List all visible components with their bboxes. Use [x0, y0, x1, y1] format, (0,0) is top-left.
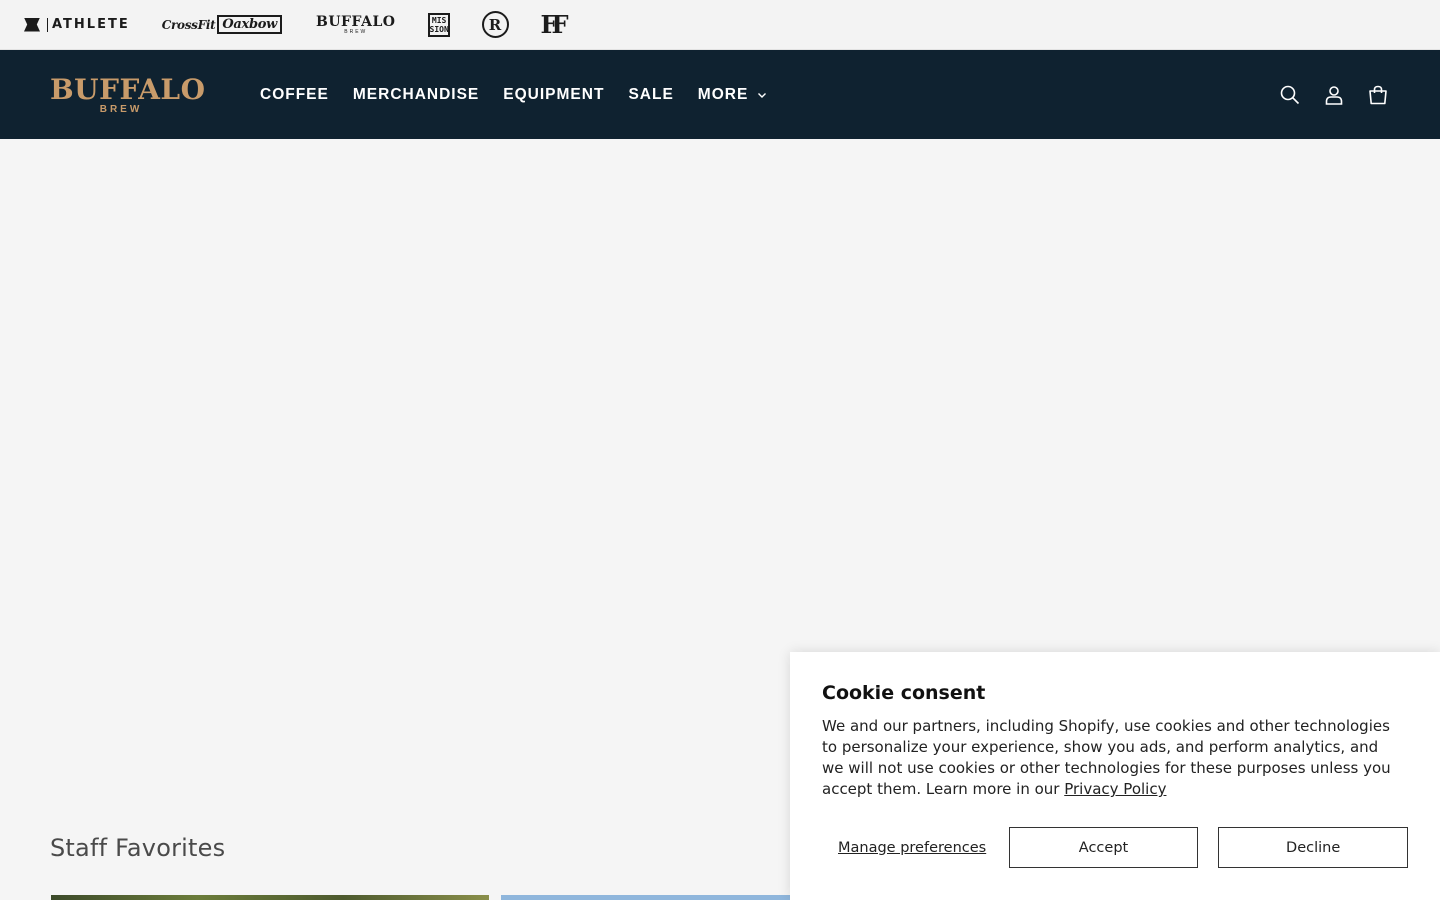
- nav-item-sale[interactable]: SALE: [628, 86, 673, 104]
- site-logo[interactable]: BUFFALO BREW: [50, 73, 206, 115]
- cookie-actions: Manage preferences Accept Decline: [822, 827, 1408, 868]
- product-card-image[interactable]: [51, 895, 489, 900]
- divider: [47, 17, 48, 32]
- nav-item-merchandise[interactable]: MERCHANDISE: [353, 86, 479, 104]
- brand-athlete-label: ATHLETE: [52, 17, 130, 32]
- header-icons: [1268, 50, 1400, 139]
- section-title: Staff Favorites: [50, 834, 226, 862]
- product-card-image[interactable]: [501, 895, 821, 900]
- brand-buffalo-sublabel: BREW: [344, 28, 368, 35]
- brand-strip: ATHLETE CrossFit Oaxbow BUFFALO BREW MIS…: [0, 0, 1440, 50]
- manage-preferences-link[interactable]: Manage preferences: [822, 840, 1009, 856]
- brand-crossfit-badge: Oaxbow: [217, 15, 282, 34]
- brand-buffalo-label: BUFFALO: [316, 13, 396, 30]
- brand-r-link[interactable]: R: [481, 11, 509, 38]
- brand-crossfit-label: CrossFit: [161, 17, 216, 32]
- privacy-policy-link[interactable]: Privacy Policy: [1064, 780, 1166, 798]
- nav-item-coffee[interactable]: COFFEE: [260, 86, 329, 104]
- main-nav: COFFEE MERCHANDISE EQUIPMENT SALE MORE: [260, 50, 791, 139]
- nav-item-more[interactable]: MORE: [698, 86, 768, 104]
- logo-title: BUFFALO: [50, 73, 206, 106]
- brand-mission-link[interactable]: MIS SION: [427, 12, 450, 37]
- logo-subtitle: BREW: [99, 104, 143, 115]
- cookie-consent-banner: Cookie consent We and our partners, incl…: [790, 652, 1440, 900]
- search-button[interactable]: [1268, 73, 1312, 117]
- account-icon: [1325, 85, 1343, 105]
- cookie-title: Cookie consent: [822, 682, 986, 704]
- brand-crossfit-link[interactable]: CrossFit Oaxbow: [162, 0, 284, 50]
- cart-button[interactable]: [1356, 73, 1400, 117]
- site-header: BUFFALO BREW COFFEE MERCHANDISE EQUIPMEN…: [0, 50, 1440, 139]
- brand-buffalo-link[interactable]: BUFFALO BREW: [316, 0, 396, 50]
- nav-item-more-label: MORE: [697, 85, 749, 103]
- chevron-down-icon: [758, 92, 767, 98]
- accept-button[interactable]: Accept: [1008, 827, 1199, 868]
- athlete-logo-icon: [24, 17, 40, 32]
- search-icon: [1280, 85, 1300, 104]
- brand-athlete-link[interactable]: ATHLETE: [24, 0, 130, 50]
- decline-button[interactable]: Decline: [1218, 827, 1408, 868]
- cart-icon: [1369, 85, 1387, 104]
- brand-ff-link[interactable]: FF: [541, 0, 569, 50]
- cookie-body: We and our partners, including Shopify, …: [822, 716, 1394, 800]
- nav-item-equipment[interactable]: EQUIPMENT: [503, 86, 604, 104]
- account-button[interactable]: [1312, 73, 1356, 117]
